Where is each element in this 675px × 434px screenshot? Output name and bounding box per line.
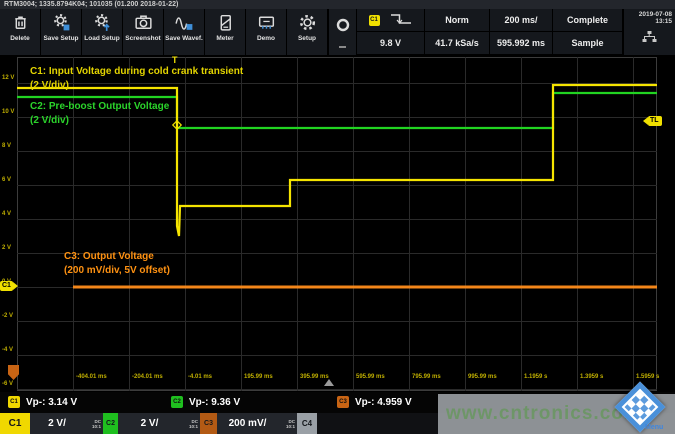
c2-scale: 2 V/ (118, 418, 181, 429)
c1-annotation-line2: (2 V/div) (30, 79, 69, 92)
c2-channel-settings[interactable]: 2 V/ DC 10:1 (118, 413, 200, 434)
c2-measure-badge: C2 (171, 396, 183, 408)
c2-measure-value: Vp-: 9.36 V (189, 397, 240, 408)
c1-annotation-line1: C1: Input Voltage during cold crank tran… (30, 65, 243, 78)
c1-channel-settings[interactable]: 2 V/ DC 10:1 (30, 413, 103, 434)
measurement-c3[interactable]: C3 Vp-: 4.959 V (337, 396, 412, 408)
c3-coupling: DC 10:1 (278, 419, 297, 429)
measurement-c2[interactable]: C2 Vp-: 9.36 V (171, 396, 240, 408)
c4-channel-badge[interactable]: C4 (297, 413, 317, 434)
oscilloscope-screen: RTM3004; 1335.8794K04; 101035 (01.200 20… (0, 0, 675, 434)
c3-measure-value: Vp-: 4.959 V (355, 397, 412, 408)
c1-scale: 2 V/ (30, 418, 84, 429)
c2-channel-badge[interactable]: C2 (103, 413, 118, 434)
c1-channel-badge[interactable]: C1 (0, 413, 30, 434)
c2-coupling: DC 10:1 (181, 419, 200, 429)
c2-annotation-line1: C2: Pre-boost Output Voltage (30, 100, 169, 113)
measurement-c1[interactable]: C1 Vp-: 3.14 V (8, 396, 77, 408)
c2-annotation-line2: (2 V/div) (30, 114, 69, 127)
watermark-text: www.cntronics.com (446, 403, 642, 425)
c3-measure-badge: C3 (337, 396, 349, 408)
c3-scale: 200 mV/ (217, 418, 278, 429)
c3-channel-badge[interactable]: C3 (200, 413, 217, 434)
c3-annotation-line1: C3: Output Voltage (64, 250, 154, 263)
c1-coupling: DC 10:1 (84, 419, 103, 429)
menu-button[interactable]: Menu (645, 424, 663, 431)
c1-measure-badge: C1 (8, 396, 20, 408)
c3-annotation-line2: (200 mV/div, 5V offset) (64, 264, 170, 277)
c1-measure-value: Vp-: 3.14 V (26, 397, 77, 408)
c3-channel-settings[interactable]: 200 mV/ DC 10:1 (217, 413, 297, 434)
